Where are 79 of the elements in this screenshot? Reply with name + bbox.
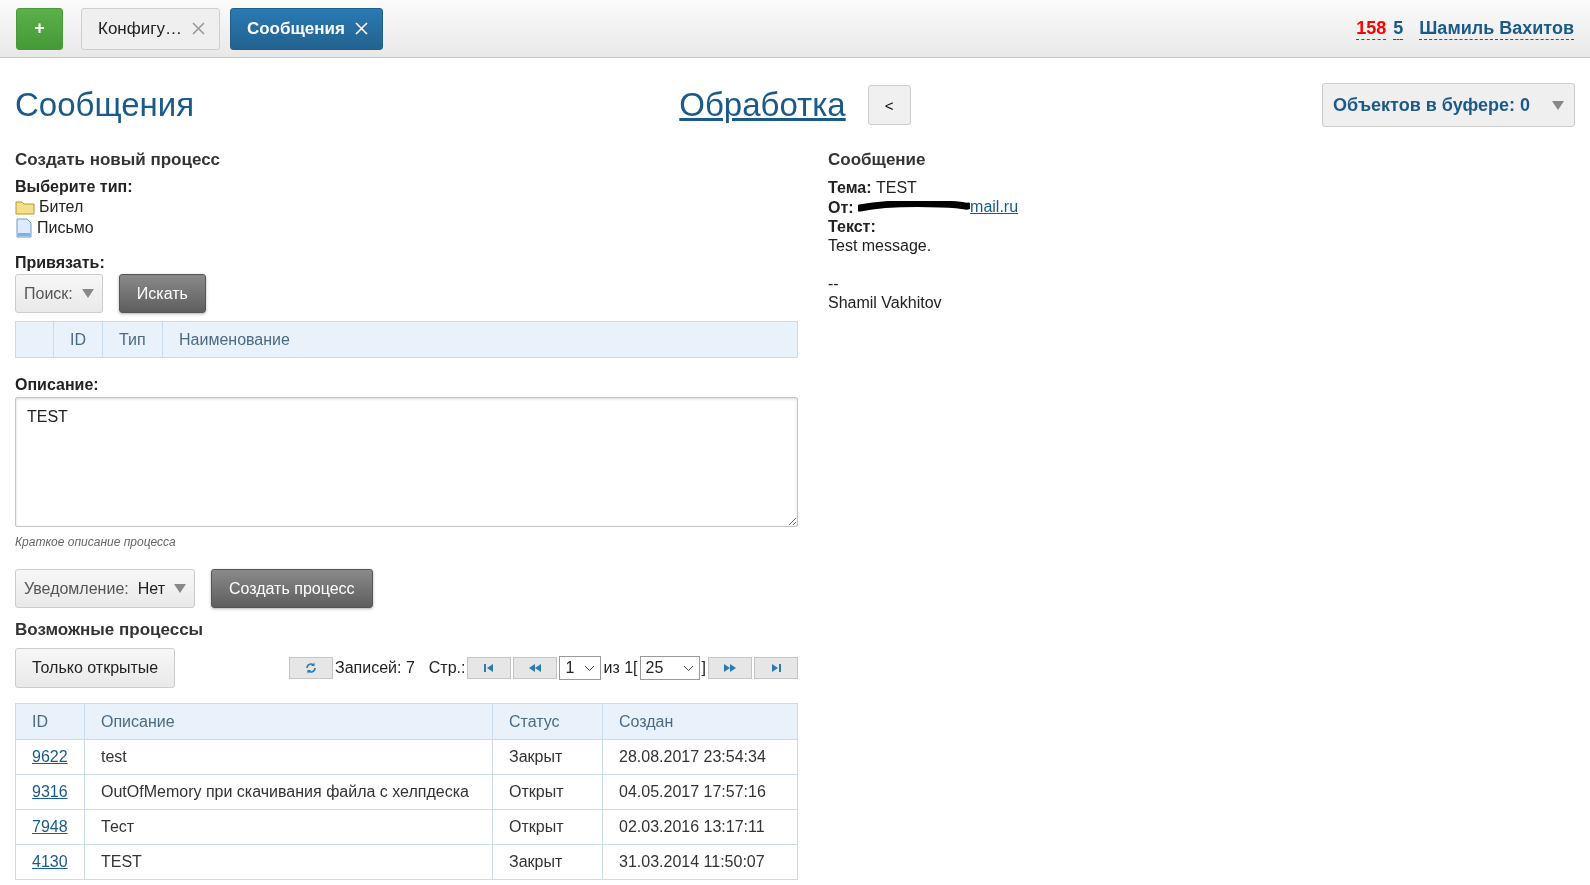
page-total: из 1[ [603,659,638,677]
buffer-dropdown[interactable]: Объектов в буфере: 0 [1322,83,1575,127]
table-cell: 31.03.2014 11:50:07 [602,844,798,880]
id-link[interactable]: 9316 [32,783,68,800]
next-page-button[interactable] [708,657,752,679]
table-cell: Закрыт [492,844,603,880]
table-cell: 02.03.2016 13:17:11 [602,809,798,845]
next-page-icon [723,663,737,673]
table-cell: Тест [84,809,493,845]
caret-icon [1552,100,1564,110]
table-cell: 04.05.2017 17:57:16 [602,774,798,810]
bracket-text: ] [701,659,706,677]
create-process-button[interactable]: Создать процесс [210,569,373,608]
tab[interactable]: Конфигу… [81,7,220,50]
page-select[interactable]: 1 [559,656,602,680]
last-page-button[interactable] [754,657,798,679]
user-link[interactable]: Шамиль Вахитов [1419,17,1574,40]
type-label: Бител [39,197,84,216]
section-heading: Возможные процессы [15,620,205,640]
page-size-select[interactable]: 25 [639,656,700,680]
only-open-button[interactable]: Только открытые [15,648,176,688]
description-field[interactable]: TEST [15,397,798,527]
column-header: Статус [492,703,603,740]
column-header: Создан [602,703,798,740]
id-link[interactable]: 4130 [32,853,68,870]
field-label: Привязать: [15,254,106,272]
type-item[interactable]: Бител [15,196,798,217]
table-cell: Открыт [492,809,603,845]
column-header: Описание [84,703,493,740]
chevron-icon [584,664,596,672]
column-header: Тип [102,321,163,358]
table-cell: Открыт [492,774,603,810]
field-label: Выберите тип: [15,178,134,196]
section-heading: Создать новый процесс [15,150,222,170]
table-cell: TEST [84,844,493,880]
column-header: Наименование [162,321,798,358]
field-hint: Краткое описание процесса [15,535,177,549]
previous-page-button[interactable] [513,657,558,679]
caret-icon [173,584,186,593]
first-page-button[interactable] [467,657,512,679]
folder-icon [15,198,35,215]
table-cell: OutOfMemory при скачивания файла с хелпдеска [84,774,493,810]
notification-select[interactable]: Уведомление: Нет [15,569,195,608]
page-title: Сообщения [15,86,195,124]
field-label: Описание: [15,376,100,394]
text-label: Текст: [828,216,877,236]
message-body: -- Shamil Vakhitov [828,273,943,312]
column-header: ID [15,703,85,740]
caret-icon [81,289,94,298]
subject-line: Тема: TEST [828,178,918,197]
id-link[interactable]: 7948 [32,818,68,835]
previous-page-icon [528,663,543,673]
from-label: От: [828,198,854,216]
chevron-icon [682,664,694,672]
type-label: Письмо [37,218,94,237]
sender-link[interactable]: mail.ru [858,197,1019,216]
column-header: ID [53,321,103,358]
records-count: Записей: 7 [335,659,415,677]
tab[interactable]: Сообщения [229,7,383,50]
search-select[interactable]: Поиск: [15,274,103,313]
type-item[interactable]: Письмо [15,217,798,238]
table-cell: Закрыт [492,739,603,775]
id-link[interactable]: 9622 [32,748,68,765]
refresh-button[interactable] [289,657,333,679]
document-icon [15,217,33,238]
table-cell: test [84,739,493,775]
last-page-icon [769,663,783,673]
table-cell: 28.08.2017 23:54:34 [602,739,798,775]
close-icon[interactable] [191,22,205,35]
counter-link[interactable]: 5 [1393,17,1404,40]
counter-link[interactable]: 158 [1356,17,1387,40]
table-header [15,321,54,358]
search-button[interactable]: Искать [118,274,206,313]
section-heading: Сообщение [828,150,927,170]
processing-link[interactable]: Обработка [679,86,846,124]
back-button[interactable]: < [867,85,911,125]
refresh-icon [304,661,318,675]
page-label: Стр.: [428,659,466,677]
message-body: Test message. [828,235,933,255]
